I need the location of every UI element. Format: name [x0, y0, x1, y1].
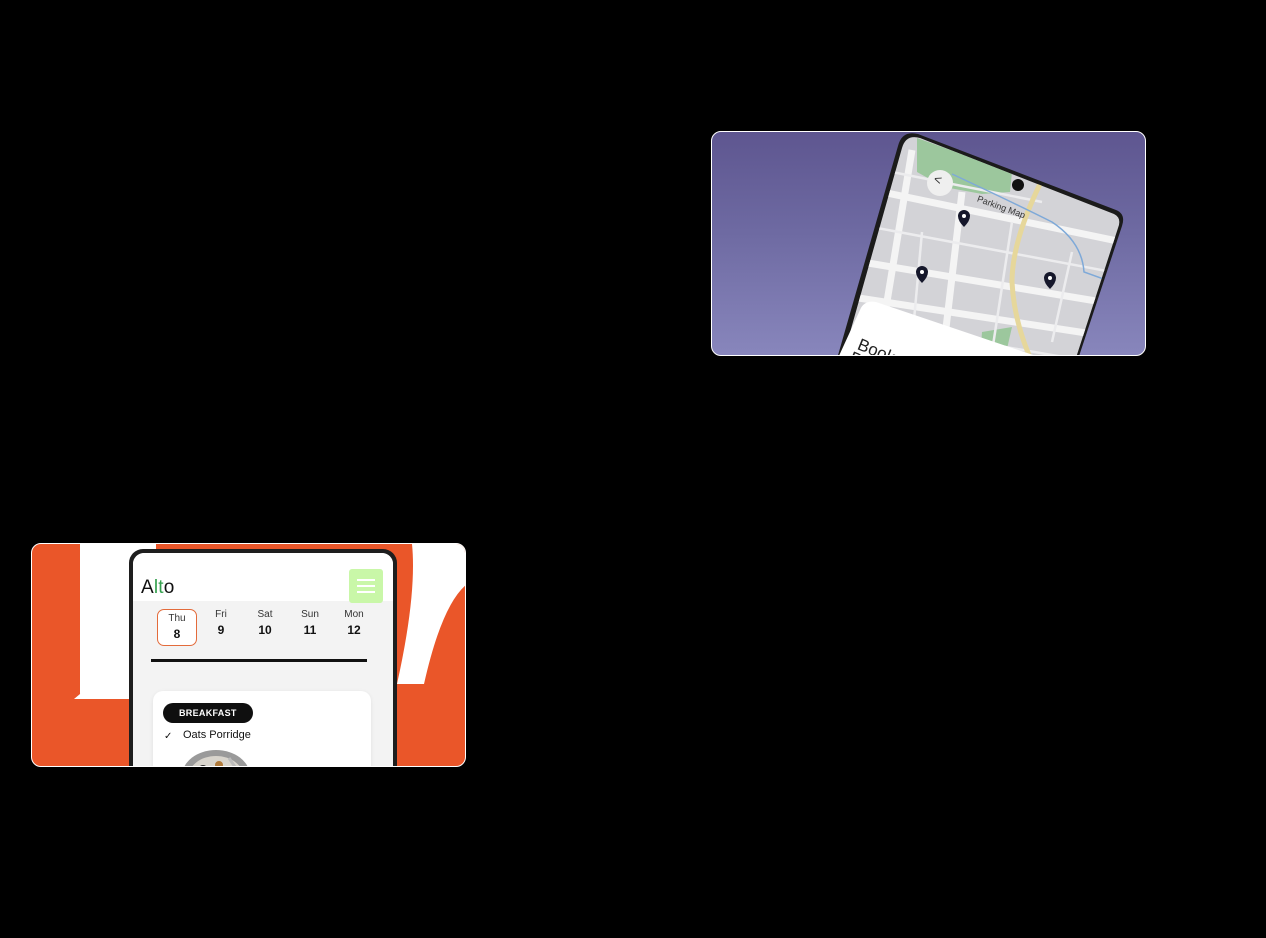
hamburger-icon [357, 579, 375, 581]
day-name: Thu [168, 613, 186, 624]
day-date: 8 [173, 627, 181, 641]
menu-button[interactable] [349, 569, 383, 603]
app-logo: Alto [141, 577, 175, 598]
day-name: Sun [301, 609, 319, 620]
phone-frame: Alto Thu 8 Fri 9 Sat 10 Sun 11 Mon 12 BR… [129, 549, 397, 766]
hamburger-icon [357, 585, 375, 587]
day-date: 9 [217, 623, 225, 637]
parking-app-preview-card[interactable]: < Parking Map Book yo P [711, 131, 1146, 356]
day-date: 12 [347, 623, 361, 637]
day-name: Fri [215, 609, 227, 620]
day-thu[interactable]: Thu 8 [157, 609, 197, 646]
camera-icon [1012, 179, 1024, 191]
day-date: 10 [258, 623, 272, 637]
alto-app-preview-card[interactable]: Alto Thu 8 Fri 9 Sat 10 Sun 11 Mon 12 BR… [31, 543, 466, 767]
phone-screen: Alto Thu 8 Fri 9 Sat 10 Sun 11 Mon 12 BR… [133, 553, 393, 766]
meal-tag: BREAKFAST [163, 703, 253, 723]
porridge-bowl-image [184, 750, 248, 766]
hamburger-icon [357, 591, 375, 593]
meal-card[interactable]: BREAKFAST ✓ Oats Porridge [153, 691, 371, 766]
day-name: Sat [257, 609, 273, 620]
day-fri[interactable]: Fri 9 [201, 609, 241, 637]
phone-map-illustration [822, 133, 1124, 355]
meal-name: Oats Porridge [183, 729, 251, 741]
day-name: Mon [344, 609, 364, 620]
app-header: Alto [133, 553, 393, 603]
day-mon[interactable]: Mon 12 [334, 609, 374, 637]
day-sun[interactable]: Sun 11 [290, 609, 330, 637]
check-icon: ✓ [164, 731, 173, 742]
day-date: 11 [303, 623, 317, 637]
day-sat[interactable]: Sat 10 [245, 609, 285, 637]
divider [151, 659, 367, 662]
